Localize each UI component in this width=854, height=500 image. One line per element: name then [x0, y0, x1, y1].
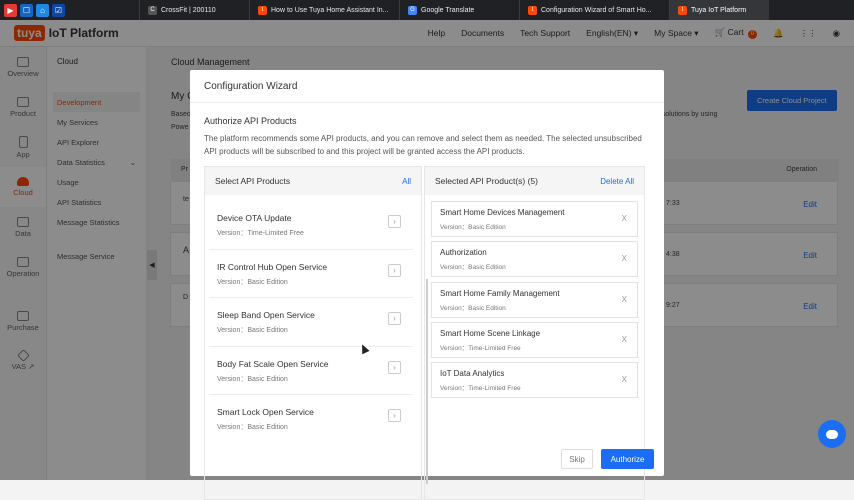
delete-all-link[interactable]: Delete All	[600, 177, 634, 186]
chat-bubble-icon	[826, 429, 838, 439]
product-version: Version：Basic Edition	[217, 327, 288, 334]
add-product-button[interactable]: ›	[388, 312, 401, 325]
product-version: Version：Time-Limited Free	[440, 344, 521, 352]
browser-tab-bar: ▶ ☐ ⌂ ☑ C CrossFit | 200110 t How to Use…	[0, 0, 854, 20]
tab-favicon-icon: t	[678, 5, 687, 15]
browser-tab[interactable]: C CrossFit | 200110	[139, 0, 249, 20]
product-version: Version：Basic Edition	[217, 278, 288, 286]
selected-list: Smart Home Devices Management Version：Ba…	[425, 195, 644, 399]
list-item: Smart Lock Open Service Version：Basic Ed…	[209, 395, 413, 444]
tab-title: Tuya IoT Platform	[691, 6, 747, 14]
product-version: Version：Basic Edition	[440, 224, 506, 231]
divider	[190, 102, 664, 103]
product-name: Body Fat Scale Open Service	[217, 358, 329, 369]
product-name: Smart Lock Open Service	[217, 407, 314, 417]
panel-header: Select API Products All	[205, 167, 421, 195]
list-item: Device OTA Update Version：Time-Limited F…	[209, 201, 413, 250]
product-name: IR Control Hub Open Service	[217, 261, 328, 272]
add-product-button[interactable]: ›	[388, 263, 401, 277]
authorize-button[interactable]: Authorize	[601, 449, 654, 469]
add-product-button[interactable]: ›	[388, 409, 401, 422]
tab-favicon-icon: C	[148, 5, 157, 15]
skip-button[interactable]: Skip	[561, 449, 593, 469]
product-name: Smart Home Family Management	[440, 288, 560, 298]
tab-favicon-icon: G	[408, 5, 417, 15]
close-icon[interactable]: X	[622, 254, 627, 263]
product-name: Smart Home Scene Linkage	[440, 328, 541, 338]
list-item: Body Fat Scale Open Service Version：Basi…	[209, 347, 413, 395]
tab-favicon-icon: t	[528, 5, 537, 15]
product-version: Version：Basic Edition	[217, 424, 288, 431]
pinned-tab-icon[interactable]: ⌂	[36, 3, 49, 17]
list-item: Sleep Band Open Service Version：Basic Ed…	[209, 298, 413, 347]
pinned-tabs: ▶ ☐ ⌂ ☑	[0, 3, 69, 17]
product-name: Device OTA Update	[217, 213, 292, 223]
browser-tab-active[interactable]: t Tuya IoT Platform	[669, 0, 769, 20]
tab-favicon-icon: t	[258, 5, 267, 15]
chevron-right-icon: ›	[393, 411, 396, 420]
chevron-right-icon: ›	[393, 362, 396, 372]
pinned-tab-icon[interactable]: ☐	[20, 3, 33, 17]
close-icon[interactable]: X	[622, 335, 627, 344]
close-icon[interactable]: X	[622, 214, 627, 223]
tab-title: Google Translate	[421, 6, 475, 14]
product-name: Sleep Band Open Service	[217, 310, 315, 320]
close-icon[interactable]: X	[622, 295, 627, 304]
list-item: Authorization Version：Basic Edition X	[431, 241, 638, 278]
product-version: Version：Time-Limited Free	[440, 385, 521, 393]
pinned-tab-icon[interactable]: ☑	[52, 3, 65, 17]
list-item: IR Control Hub Open Service Version：Basi…	[209, 250, 413, 298]
add-product-button[interactable]: ›	[388, 215, 401, 228]
browser-tab[interactable]: t How to Use Tuya Home Assistant In...	[249, 0, 399, 20]
available-products-panel: Select API Products All Device OTA Updat…	[204, 166, 428, 500]
section-title: Authorize API Products	[204, 116, 297, 126]
tab-title: CrossFit | 200110	[161, 6, 216, 14]
list-item: Smart Home Family Management Version：Bas…	[431, 281, 638, 318]
product-name: IoT Data Analytics	[440, 369, 505, 379]
list-item: IoT Data Analytics Version：Time-Limited …	[431, 362, 638, 399]
chevron-right-icon: ›	[393, 217, 396, 226]
configuration-wizard-dialog: Configuration Wizard Authorize API Produ…	[190, 70, 664, 500]
section-description: The platform recommends some API product…	[204, 134, 642, 156]
product-version: Version：Time-Limited Free	[217, 230, 304, 237]
product-name: Smart Home Devices Management	[440, 208, 565, 217]
add-product-button[interactable]: ›	[388, 360, 401, 374]
chevron-right-icon: ›	[393, 314, 396, 323]
browser-tab[interactable]: G Google Translate	[399, 0, 519, 20]
chevron-right-icon: ›	[393, 265, 396, 275]
panel-title: Select API Products	[215, 176, 291, 186]
product-version: Version：Basic Edition	[440, 304, 506, 312]
browser-tab[interactable]: t Configuration Wizard of Smart Ho...	[519, 0, 669, 20]
tab-title: Configuration Wizard of Smart Ho...	[541, 6, 652, 14]
dialog-title: Configuration Wizard	[204, 81, 298, 92]
close-icon[interactable]: X	[622, 375, 627, 384]
tab-title: How to Use Tuya Home Assistant In...	[271, 6, 389, 14]
pinned-tab-icon[interactable]: ▶	[4, 3, 17, 17]
chat-support-button[interactable]	[818, 420, 846, 448]
product-version: Version：Basic Edition	[440, 264, 506, 272]
panel-title: Selected API Product(s) (5)	[435, 176, 538, 186]
panel-header: Selected API Product(s) (5) Delete All	[425, 167, 644, 195]
select-all-link[interactable]: All	[402, 177, 411, 186]
product-version: Version：Basic Edition	[217, 375, 288, 383]
list-item: Smart Home Scene Linkage Version：Time-Li…	[431, 321, 638, 358]
list-item: Smart Home Devices Management Version：Ba…	[431, 201, 638, 237]
product-name: Authorization	[440, 248, 487, 258]
